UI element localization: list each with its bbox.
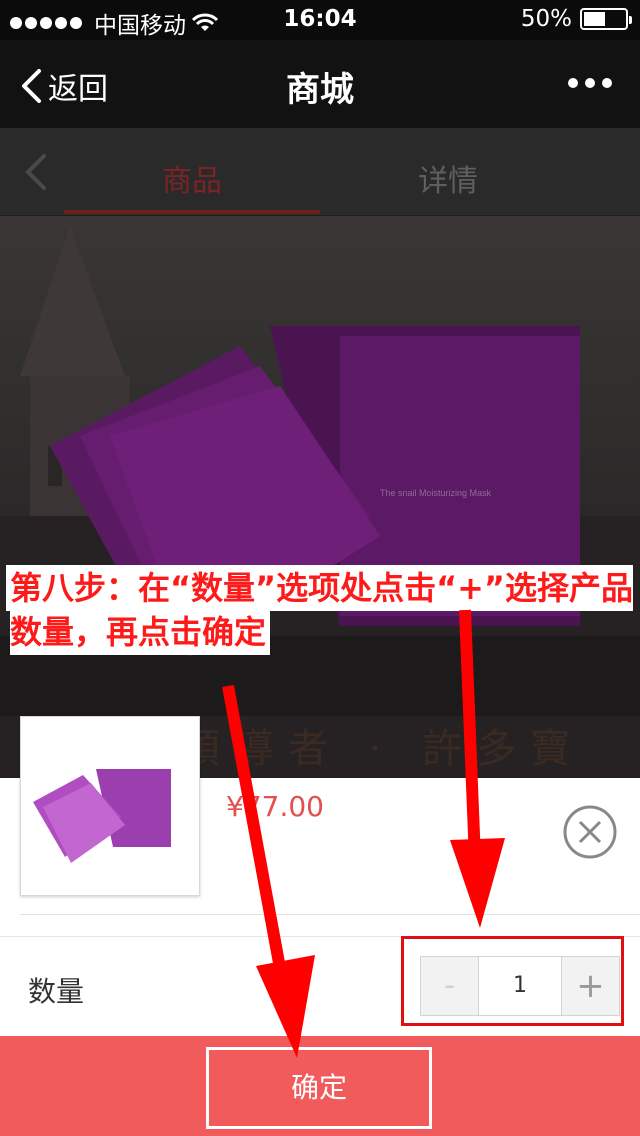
battery-icon <box>580 8 632 30</box>
product-thumbnail <box>20 716 200 896</box>
active-tab-indicator <box>64 210 320 214</box>
status-bar: 中国移动 16:04 50% <box>0 0 640 40</box>
product-price: ¥77.00 <box>226 790 324 823</box>
more-dots-icon[interactable] <box>568 78 612 88</box>
svg-text:The snail Moisturizing Mask: The snail Moisturizing Mask <box>380 488 492 498</box>
annotation-highlight-box <box>401 936 624 1026</box>
close-icon[interactable] <box>562 804 618 860</box>
tab-product[interactable]: 商品 <box>162 156 222 200</box>
confirm-button[interactable]: 确定 <box>206 1047 432 1129</box>
quantity-label: 数量 <box>28 975 85 1008</box>
nav-bar: 返回 商城 <box>0 40 640 128</box>
product-banner: The snail Moisturizing Mask 領導者 · 許多寶 <box>0 216 640 778</box>
annotation-text: 第八步：在“数量”选项处点击“+”选择产品数量，再点击确定 <box>10 569 633 651</box>
tab-detail[interactable]: 详情 <box>418 156 478 200</box>
tutorial-annotation: 第八步：在“数量”选项处点击“+”选择产品数量，再点击确定 <box>10 566 638 654</box>
battery-percent: 50% <box>520 6 572 32</box>
banner-slogan: 領導者 · 許多寶 <box>180 726 585 772</box>
back-label: 返回 <box>48 72 108 107</box>
back-button[interactable]: 返回 <box>20 64 108 108</box>
tab-bar: 商品 详情 <box>0 128 640 216</box>
divider <box>20 914 640 915</box>
battery-area: 50% <box>520 6 632 32</box>
chevron-left-icon <box>22 69 41 103</box>
chevron-left-icon[interactable] <box>22 152 48 192</box>
product-thumbnail-image <box>33 769 171 863</box>
